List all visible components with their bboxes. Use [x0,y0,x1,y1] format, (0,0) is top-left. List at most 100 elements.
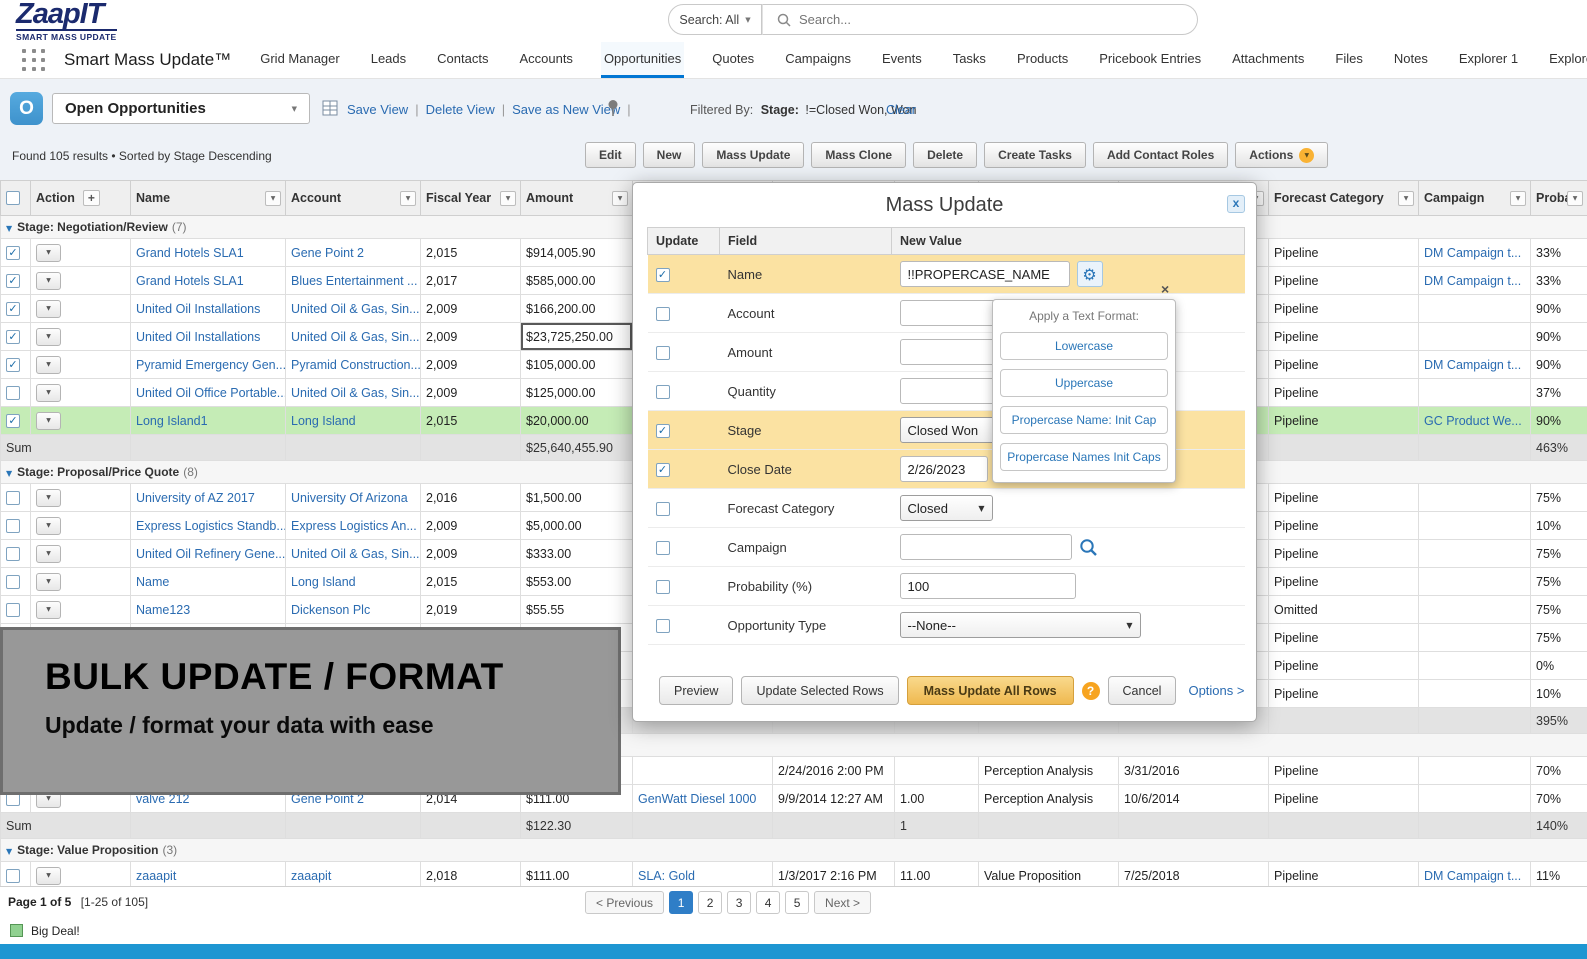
row-checkbox[interactable]: ✓ [6,330,20,344]
collapse-icon[interactable]: ▼ [6,847,12,856]
name-link[interactable]: United Oil Office Portable... [136,386,286,400]
row-checkbox[interactable]: ✓ [6,274,20,288]
name-link[interactable]: Grand Hotels SLA1 [136,246,244,260]
name-link[interactable]: Long Island1 [136,414,208,428]
field-checkbox[interactable] [656,346,670,360]
propercase-names-init-caps-button[interactable]: Propercase Names Init Caps [1000,443,1168,471]
row-checkbox[interactable] [6,869,20,883]
name-link[interactable]: Express Logistics Standb... [136,519,286,533]
page-2-button[interactable]: 2 [698,891,722,914]
tab-contacts[interactable]: Contacts [434,42,491,78]
collapse-icon[interactable]: ▼ [6,469,12,478]
tab-explorer-2[interactable]: Explorer 2 [1546,42,1587,78]
opportunity-type-select[interactable]: --None--▼ [900,612,1141,638]
propercase-name-init-cap-button[interactable]: Propercase Name: Init Cap [1000,406,1168,434]
page-4-button[interactable]: 4 [756,891,780,914]
row-checkbox[interactable]: ✓ [6,302,20,316]
row-checkbox[interactable] [6,386,20,400]
campaign-link[interactable]: DM Campaign t... [1424,274,1521,288]
name-link[interactable]: Pyramid Emergency Gen... [136,358,286,372]
mass-update-all-rows-button[interactable]: Mass Update All Rows [907,676,1074,705]
field-checkbox[interactable] [656,307,670,321]
account-link[interactable]: Long Island [291,414,356,428]
page-5-button[interactable]: 5 [785,891,809,914]
collapse-icon[interactable]: ▼ [6,224,12,233]
save-view-grid-icon[interactable] [322,100,338,121]
field-checkbox[interactable]: ✓ [656,463,670,477]
account-link[interactable]: United Oil & Gas, Sin... [291,386,420,400]
cancel-button[interactable]: Cancel [1108,676,1177,705]
field-checkbox[interactable] [656,580,670,594]
related-link[interactable]: GenWatt Diesel 1000 [638,792,756,806]
name-link[interactable]: zaaapit [136,869,176,883]
pin-icon[interactable] [606,99,620,121]
account-link[interactable]: Pyramid Construction... [291,358,421,372]
row-actions-dropdown[interactable]: ▼ [36,517,61,535]
tab-campaigns[interactable]: Campaigns [782,42,854,78]
actions-button[interactable]: Actions▼ [1235,142,1328,168]
preview-button[interactable]: Preview [659,676,733,705]
filter-icon[interactable]: ▼ [1510,191,1526,206]
tab-pricebook-entries[interactable]: Pricebook Entries [1096,42,1204,78]
uppercase-button[interactable]: Uppercase [1000,369,1168,397]
close-icon[interactable]: x [1227,195,1245,213]
campaign-link[interactable]: GC Product We... [1424,414,1522,428]
name-link[interactable]: University of AZ 2017 [136,491,255,505]
header-checkbox[interactable] [6,191,20,205]
row-actions-dropdown[interactable]: ▼ [36,244,61,262]
account-link[interactable]: Dickenson Plc [291,603,370,617]
clear-filter-link[interactable]: Clear [886,103,916,117]
filter-icon[interactable]: ▼ [1567,191,1583,206]
row-actions-dropdown[interactable]: ▼ [36,272,61,290]
campaign-link[interactable]: DM Campaign t... [1424,869,1521,883]
format-gear-icon[interactable]: ⚙ [1077,261,1103,287]
tab-leads[interactable]: Leads [368,42,409,78]
tab-explorer-1[interactable]: Explorer 1 [1456,42,1521,78]
account-link[interactable]: University Of Arizona [291,491,408,505]
page-3-button[interactable]: 3 [727,891,751,914]
filter-icon[interactable]: ▼ [265,191,281,206]
name-link[interactable]: United Oil Installations [136,330,260,344]
save-as-new-view-link[interactable]: Save as New View [512,102,620,117]
create-tasks-button[interactable]: Create Tasks [984,142,1086,168]
tab-products[interactable]: Products [1014,42,1071,78]
tab-attachments[interactable]: Attachments [1229,42,1307,78]
search-input[interactable] [799,12,1183,27]
filter-icon[interactable]: ▼ [400,191,416,206]
previous-page-button[interactable]: < Previous [585,891,664,914]
row-actions-dropdown[interactable]: ▼ [36,412,61,430]
add-contact-roles-button[interactable]: Add Contact Roles [1093,142,1228,168]
row-checkbox[interactable] [6,603,20,617]
save-view-link[interactable]: Save View [347,102,408,117]
row-actions-dropdown[interactable]: ▼ [36,573,61,591]
row-checkbox[interactable] [6,491,20,505]
search-box[interactable] [762,4,1198,35]
field-checkbox[interactable] [656,385,670,399]
page-1-button[interactable]: 1 [669,891,693,914]
tab-tasks[interactable]: Tasks [950,42,989,78]
account-link[interactable]: United Oil & Gas, Sin... [291,302,420,316]
row-actions-dropdown[interactable]: ▼ [36,601,61,619]
search-scope-dropdown[interactable]: Search: All ▼ [668,4,762,35]
tab-events[interactable]: Events [879,42,925,78]
related-link[interactable]: SLA: Gold [638,869,695,883]
field-checkbox[interactable] [656,541,670,555]
campaign-link[interactable]: DM Campaign t... [1424,358,1521,372]
next-page-button[interactable]: Next > [814,891,871,914]
account-link[interactable]: Express Logistics An... [291,519,417,533]
name-link[interactable]: Grand Hotels SLA1 [136,274,244,288]
tab-accounts[interactable]: Accounts [516,42,575,78]
delete-button[interactable]: Delete [913,142,977,168]
row-checkbox[interactable]: ✓ [6,246,20,260]
filter-icon[interactable]: ▼ [500,191,516,206]
row-checkbox[interactable]: ✓ [6,358,20,372]
name-link[interactable]: Name [136,575,169,589]
update-selected-rows-button[interactable]: Update Selected Rows [741,676,898,705]
row-actions-dropdown[interactable]: ▼ [36,489,61,507]
account-link[interactable]: United Oil & Gas, Sin... [291,330,420,344]
row-checkbox[interactable] [6,575,20,589]
row-actions-dropdown[interactable]: ▼ [36,300,61,318]
row-actions-dropdown[interactable]: ▼ [36,384,61,402]
account-link[interactable]: zaaapit [291,869,331,883]
filter-icon[interactable]: ▼ [612,191,628,206]
